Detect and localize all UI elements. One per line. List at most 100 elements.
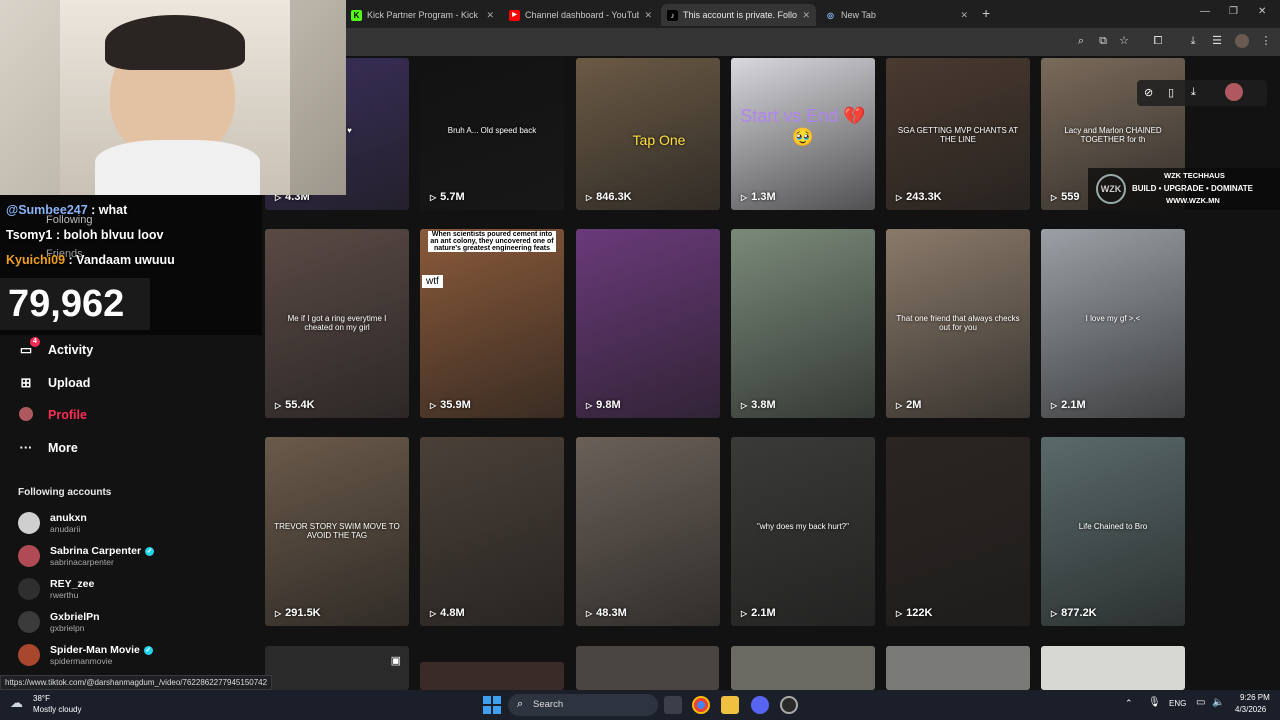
file-explorer-icon[interactable] bbox=[721, 696, 739, 714]
video-card[interactable]: ▷ 48.3M bbox=[576, 437, 720, 626]
following-account[interactable]: REY_zee rwerthu bbox=[18, 578, 94, 600]
chrome-menu-icon[interactable]: ⋮ bbox=[1259, 34, 1273, 48]
view-count: ▷ 243.3K bbox=[896, 191, 942, 203]
close-icon[interactable]: ✕ bbox=[486, 10, 494, 21]
bookmark-star-icon[interactable]: ☆ bbox=[1117, 34, 1131, 48]
play-icon: ▷ bbox=[741, 400, 748, 410]
view-count-value: 243.3K bbox=[906, 191, 942, 203]
view-count: ▷ 35.9M bbox=[430, 399, 471, 411]
sidebar-item-profile[interactable]: Profile bbox=[18, 407, 87, 423]
new-tab-button[interactable]: + bbox=[982, 5, 990, 21]
tab-youtube[interactable]: ▶ Channel dashboard - YouTube ✕ bbox=[503, 4, 658, 26]
sidebar-item-more[interactable]: ··· More bbox=[18, 440, 78, 456]
chrome-taskbar-icon[interactable] bbox=[692, 696, 710, 714]
download-icon[interactable]: ⤓ bbox=[1186, 34, 1200, 48]
video-card[interactable]: "why does my back hurt?" ▷ 2.1M bbox=[731, 437, 875, 626]
account-name: Spider-Man Movie ✓ bbox=[50, 644, 153, 656]
video-card-partial[interactable] bbox=[731, 646, 875, 690]
video-card[interactable]: Bruh A... Old speed back ▷ 5.7M bbox=[420, 58, 564, 210]
tiktok-icon: ♪ bbox=[667, 9, 678, 21]
tab-new[interactable]: ◎ New Tab ✕ bbox=[819, 4, 974, 26]
verified-icon: ✓ bbox=[145, 546, 155, 556]
tab-tiktok[interactable]: ♪ This account is private. Follow t ✕ bbox=[661, 4, 816, 26]
compass-icon[interactable]: ⊘ bbox=[1144, 86, 1153, 99]
video-card[interactable]: ▷ 9.8M bbox=[576, 229, 720, 418]
video-card[interactable]: wtf When scientists poured cement into an… bbox=[420, 229, 564, 418]
video-card[interactable]: SGA GETTING MVP CHANTS AT THE LINE ▷ 243.3… bbox=[886, 58, 1030, 210]
phone-icon[interactable]: ▯ bbox=[1168, 86, 1174, 99]
maximize-icon[interactable]: ❐ bbox=[1229, 6, 1238, 17]
video-card[interactable]: That one friend that always checks out f… bbox=[886, 229, 1030, 418]
view-count: ▷ 3.8M bbox=[741, 399, 776, 411]
video-caption: When scientists poured cement into an an… bbox=[428, 231, 556, 252]
video-card[interactable]: Start vs End 💔🥹 ▷ 1.3M bbox=[731, 58, 875, 210]
video-card[interactable]: Life Chained to Bro ▷ 877.2K bbox=[1041, 437, 1185, 626]
account-handle: anudarii bbox=[50, 524, 81, 534]
webcam-overlay bbox=[0, 0, 346, 195]
following-account[interactable]: Sabrina Carpenter ✓ sabrinacarpenter bbox=[18, 545, 155, 567]
clock-time[interactable]: 9:26 PM bbox=[1240, 693, 1270, 702]
network-icon[interactable]: ▭ bbox=[1196, 697, 1205, 708]
sidebar-item-upload[interactable]: ⊞ Upload bbox=[18, 375, 91, 391]
view-count: ▷ 4.8M bbox=[430, 607, 465, 619]
video-card[interactable]: I love my gf >.< ▷ 2.1M bbox=[1041, 229, 1185, 418]
video-caption: Me if I got a ring everytime I cheated o… bbox=[287, 314, 387, 332]
tray-chevron-icon[interactable]: ⌃ bbox=[1125, 698, 1133, 709]
microphone-icon[interactable]: 🎙 bbox=[1148, 697, 1161, 708]
extensions-icon[interactable]: ⧠ bbox=[1151, 34, 1165, 48]
video-card[interactable]: TREVOR STORY SWIM MOVE TO AVOID THE TAG ▷… bbox=[265, 437, 409, 626]
install-icon[interactable]: ⧉ bbox=[1096, 34, 1110, 48]
close-icon[interactable]: ✕ bbox=[644, 10, 652, 21]
image-icon: ▣ bbox=[390, 655, 401, 667]
view-count: ▷ 877.2K bbox=[1051, 607, 1097, 619]
sponsor-slogan: BUILD • UPGRADE • DOMINATE bbox=[1132, 184, 1254, 193]
view-count-value: 2.1M bbox=[1061, 399, 1086, 411]
video-card[interactable]: ▷ 3.8M bbox=[731, 229, 875, 418]
window-close-icon[interactable]: ✕ bbox=[1258, 6, 1266, 17]
tab-kick[interactable]: K Kick Partner Program - Kick Da ✕ bbox=[345, 4, 500, 26]
view-count: ▷ 846.3K bbox=[586, 191, 632, 203]
view-count-value: 2M bbox=[906, 399, 922, 411]
profile-avatar[interactable] bbox=[1235, 34, 1249, 48]
following-account[interactable]: GxbrielPn gxbrielpn bbox=[18, 611, 100, 633]
view-count-value: 9.8M bbox=[596, 399, 621, 411]
following-account[interactable]: anukxn anudarii bbox=[18, 512, 87, 534]
video-card-partial[interactable] bbox=[576, 646, 719, 690]
play-icon: ▷ bbox=[741, 192, 748, 202]
video-caption: Lacy and Marlon CHAINED TOGETHER for th bbox=[1064, 126, 1162, 144]
avatar[interactable] bbox=[1225, 83, 1243, 101]
download-icon[interactable]: ⤓ bbox=[1191, 86, 1196, 99]
minimize-icon[interactable]: — bbox=[1200, 6, 1210, 17]
obs-icon[interactable] bbox=[780, 696, 798, 714]
start-icon[interactable] bbox=[483, 696, 501, 714]
close-icon[interactable]: ✕ bbox=[802, 10, 810, 21]
clock-date[interactable]: 4/3/2026 bbox=[1235, 705, 1266, 714]
weather-desc[interactable]: Mostly cloudy bbox=[33, 705, 81, 714]
following-account[interactable]: Spider-Man Movie ✓ spidermanmovie bbox=[18, 644, 153, 666]
taskbar-search[interactable]: ⌕ Search bbox=[508, 694, 658, 716]
video-card-partial[interactable] bbox=[1041, 646, 1185, 690]
sidebar-item-label: More bbox=[48, 441, 78, 455]
discord-icon[interactable] bbox=[751, 696, 769, 714]
close-icon[interactable]: ✕ bbox=[960, 10, 968, 21]
video-card-partial[interactable]: ▣ bbox=[265, 646, 409, 690]
avatar bbox=[18, 545, 40, 567]
zoom-icon[interactable]: ⌕ bbox=[1074, 34, 1088, 48]
view-count-value: 877.2K bbox=[1061, 607, 1097, 619]
upload-icon: ⊞ bbox=[20, 375, 32, 390]
volume-icon[interactable]: 🔈 bbox=[1212, 697, 1224, 708]
video-card-partial[interactable] bbox=[420, 662, 564, 690]
video-card[interactable]: Me if I got a ring everytime I cheated o… bbox=[265, 229, 409, 418]
weather-temp[interactable]: 38°F bbox=[33, 694, 50, 703]
video-card[interactable]: ▷ 4.8M bbox=[420, 437, 564, 626]
sidebar-item-activity[interactable]: ▭ 4 Activity bbox=[18, 337, 93, 358]
video-card-partial[interactable] bbox=[886, 646, 1030, 690]
reading-list-icon[interactable]: ☰ bbox=[1210, 34, 1224, 48]
activity-icon: ▭ 4 bbox=[18, 337, 40, 358]
video-card[interactable]: Tap One ▷ 846.3K bbox=[576, 58, 720, 210]
language-indicator[interactable]: ENG bbox=[1169, 699, 1186, 708]
account-handle: gxbrielpn bbox=[50, 623, 85, 633]
video-card[interactable]: ▷ 122K bbox=[886, 437, 1030, 626]
task-view-icon[interactable] bbox=[664, 696, 682, 714]
video-caption: TREVOR STORY SWIM MOVE TO AVOID THE TAG bbox=[274, 522, 400, 540]
